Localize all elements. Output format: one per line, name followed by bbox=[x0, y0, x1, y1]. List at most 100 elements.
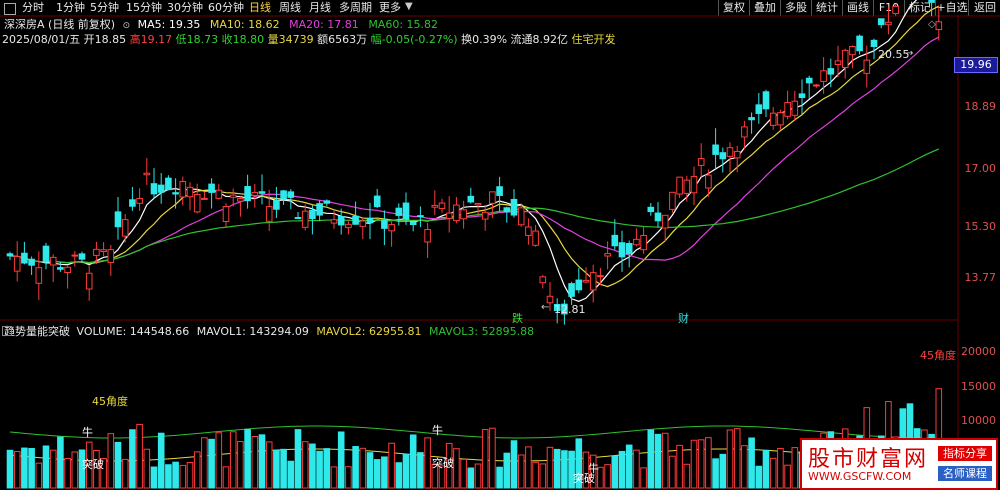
volume-bar bbox=[42, 445, 50, 489]
volume-bar bbox=[690, 439, 698, 489]
volume-bar bbox=[532, 461, 539, 489]
candle-body bbox=[510, 198, 518, 216]
candle-body bbox=[683, 179, 691, 194]
candle-body bbox=[697, 158, 705, 166]
volume-bar bbox=[604, 464, 611, 489]
logo-tag-indicator: 指标分享 bbox=[938, 446, 992, 461]
mavol1-value: MAVOL1: 143294.09 bbox=[196, 325, 309, 338]
candle-body bbox=[669, 191, 676, 210]
candle-body bbox=[150, 183, 158, 195]
volume-bar bbox=[172, 461, 179, 489]
price-tick-4: 13.77 bbox=[964, 271, 997, 284]
candle-body bbox=[193, 194, 201, 213]
candle-body bbox=[330, 219, 338, 224]
candle-body bbox=[165, 177, 172, 191]
candle-body bbox=[892, 5, 899, 15]
candle-body bbox=[323, 200, 331, 204]
volume-value: VOLUME: 144548.66 bbox=[76, 325, 190, 338]
volume-bar bbox=[64, 457, 71, 489]
candle-body bbox=[489, 191, 496, 204]
volume-bar bbox=[647, 429, 655, 489]
candle-body bbox=[769, 112, 777, 126]
niu-mark-2: 牛 bbox=[432, 424, 443, 437]
candle-body bbox=[611, 234, 619, 247]
volume-bar bbox=[481, 429, 489, 489]
candle-body bbox=[431, 204, 439, 208]
volume-bar bbox=[409, 434, 417, 489]
candle-body bbox=[366, 217, 374, 224]
volume-bar bbox=[381, 456, 388, 489]
candle-body bbox=[57, 267, 64, 270]
candle-body bbox=[575, 279, 583, 291]
candle-body bbox=[856, 35, 863, 52]
candle-body bbox=[885, 21, 892, 26]
candle-body bbox=[136, 197, 143, 204]
volume-bar bbox=[402, 454, 410, 489]
candle-body bbox=[373, 195, 381, 208]
volume-bar bbox=[453, 448, 460, 489]
candle-body bbox=[402, 202, 410, 220]
candle-body bbox=[863, 59, 871, 74]
volume-bar bbox=[121, 458, 129, 489]
volume-bar bbox=[769, 457, 777, 489]
volume-bar bbox=[265, 441, 273, 489]
volume-bar bbox=[244, 428, 251, 489]
volume-bar bbox=[366, 452, 374, 489]
candle-body bbox=[280, 190, 287, 200]
volume-bar bbox=[229, 431, 237, 489]
candle-body bbox=[834, 60, 842, 65]
volume-bar bbox=[676, 444, 683, 489]
candle-body bbox=[35, 267, 43, 284]
candle-body bbox=[733, 150, 741, 159]
volume-bar bbox=[323, 448, 331, 489]
volume-bar bbox=[301, 441, 309, 489]
candle-body bbox=[633, 238, 640, 246]
candle-body bbox=[748, 117, 755, 121]
volume-bar bbox=[287, 460, 295, 489]
candle-body bbox=[409, 221, 417, 226]
candle-body bbox=[6, 253, 14, 257]
candle-body bbox=[258, 191, 266, 194]
candle-body bbox=[265, 206, 273, 222]
volume-bar bbox=[208, 438, 215, 489]
candle-body bbox=[157, 184, 165, 193]
mavol3-value: MAVOL3: 52895.88 bbox=[429, 325, 535, 338]
volume-bar bbox=[237, 441, 244, 489]
volume-bar bbox=[618, 450, 626, 489]
low-price-mark: 12.81 bbox=[554, 303, 586, 316]
tupo-mark-1: 突破 bbox=[82, 458, 104, 471]
volume-bar bbox=[129, 429, 136, 489]
volume-bar bbox=[762, 449, 770, 489]
volume-bar bbox=[553, 448, 561, 489]
volume-bar bbox=[733, 428, 741, 489]
diamond-icon[interactable]: ◇ bbox=[928, 19, 936, 30]
candle-body bbox=[827, 68, 835, 75]
volume-bar bbox=[611, 455, 619, 489]
volume-bar bbox=[474, 463, 482, 489]
candle-body bbox=[179, 180, 187, 198]
candle-body bbox=[215, 189, 223, 199]
candle-body bbox=[467, 195, 475, 203]
indicator-settings-icon[interactable] bbox=[2, 326, 12, 336]
current-price-box: 19.96 bbox=[954, 57, 998, 73]
candle-body bbox=[618, 242, 626, 258]
candle-body bbox=[582, 279, 590, 283]
candle-body bbox=[64, 266, 71, 273]
volume-bar bbox=[748, 437, 755, 489]
ma5-line bbox=[9, 0, 918, 302]
volume-bar bbox=[28, 448, 35, 489]
candle-body bbox=[388, 224, 395, 232]
volume-bar bbox=[21, 447, 28, 489]
volume-bar bbox=[186, 462, 194, 489]
candle-body bbox=[532, 230, 539, 246]
candle-body bbox=[517, 207, 525, 226]
volume-bar bbox=[460, 458, 467, 489]
candle-body bbox=[762, 91, 770, 110]
price-tick-3: 15.30 bbox=[964, 220, 997, 233]
volume-bar bbox=[258, 434, 266, 489]
volume-bar bbox=[633, 449, 640, 489]
volume-bar bbox=[201, 437, 208, 489]
candle-body bbox=[395, 207, 403, 216]
kline-chart[interactable] bbox=[0, 0, 1000, 490]
candle-body bbox=[208, 183, 215, 193]
